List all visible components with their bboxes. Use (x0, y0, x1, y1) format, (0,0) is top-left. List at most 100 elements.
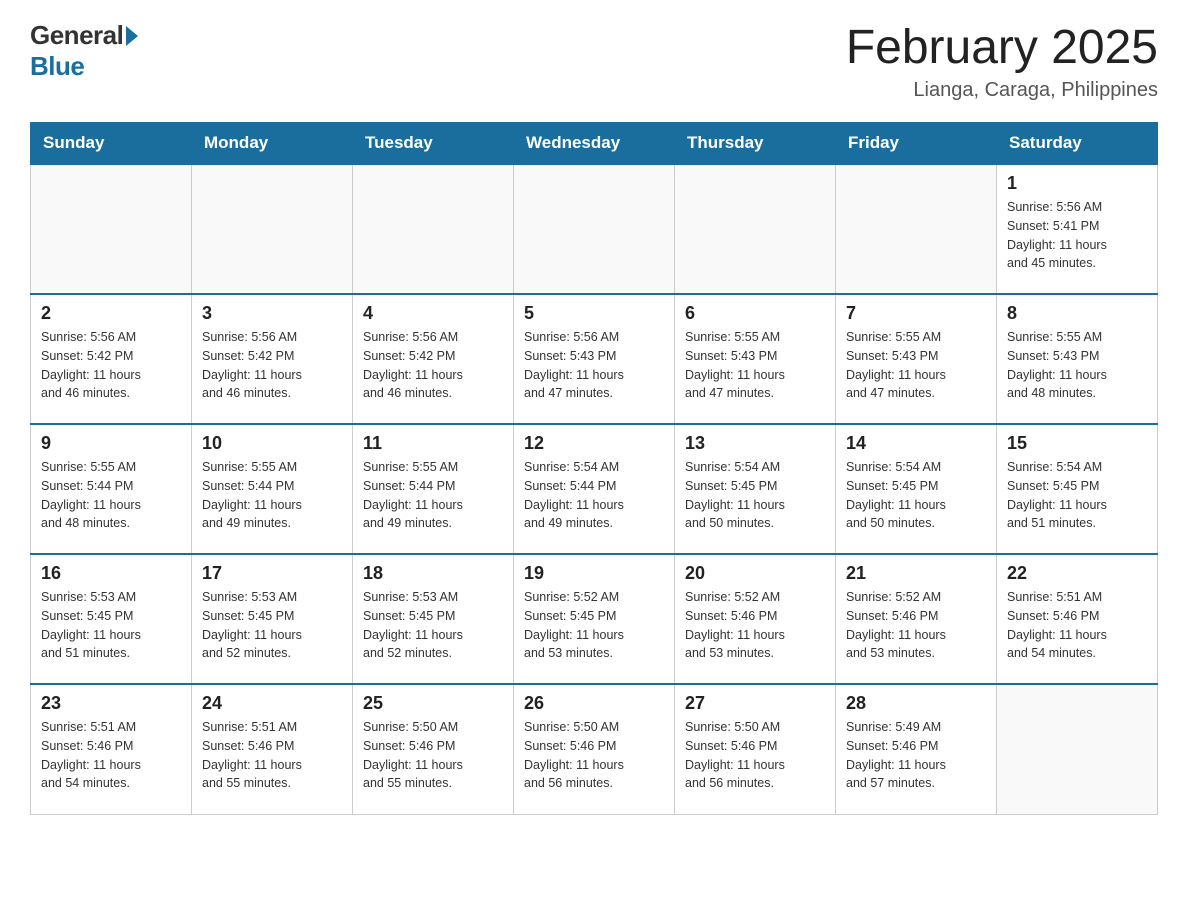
day-number: 15 (1007, 433, 1147, 454)
day-info: Sunrise: 5:51 AMSunset: 5:46 PMDaylight:… (202, 718, 342, 793)
logo-general-text: General (30, 20, 123, 51)
calendar-cell: 9Sunrise: 5:55 AMSunset: 5:44 PMDaylight… (31, 424, 192, 554)
calendar-cell (675, 164, 836, 294)
calendar-week-2: 2 Sunrise: 5:56 AMSunset: 5:42 PMDaylight… (31, 294, 1158, 424)
calendar-cell: 28 Sunrise: 5:49 AMSunset: 5:46 PMDayligh… (836, 684, 997, 814)
calendar-cell: 15 Sunrise: 5:54 AMSunset: 5:45 PMDayligh… (997, 424, 1158, 554)
day-number: 24 (202, 693, 342, 714)
calendar-cell: 27 Sunrise: 5:50 AMSunset: 5:46 PMDayligh… (675, 684, 836, 814)
calendar-cell: 11 Sunrise: 5:55 AMSunset: 5:44 PMDayligh… (353, 424, 514, 554)
day-info: Sunrise: 5:52 AMSunset: 5:46 PMDaylight:… (685, 588, 825, 663)
day-number: 25 (363, 693, 503, 714)
day-number: 8 (1007, 303, 1147, 324)
calendar-cell (31, 164, 192, 294)
day-info: Sunrise: 5:54 AMSunset: 5:44 PMDaylight:… (524, 458, 664, 533)
day-info: Sunrise: 5:52 AMSunset: 5:46 PMDaylight:… (846, 588, 986, 663)
day-number: 18 (363, 563, 503, 584)
day-info: Sunrise: 5:54 AMSunset: 5:45 PMDaylight:… (1007, 458, 1147, 533)
day-info: Sunrise: 5:54 AMSunset: 5:45 PMDaylight:… (685, 458, 825, 533)
calendar-week-5: 23 Sunrise: 5:51 AMSunset: 5:46 PMDayligh… (31, 684, 1158, 814)
day-number: 23 (41, 693, 181, 714)
calendar-cell (353, 164, 514, 294)
day-number: 10 (202, 433, 342, 454)
day-info: Sunrise: 5:55 AMSunset: 5:43 PMDaylight:… (846, 328, 986, 403)
page-header: General Blue February 2025 Lianga, Carag… (30, 20, 1158, 102)
calendar-cell: 13 Sunrise: 5:54 AMSunset: 5:45 PMDayligh… (675, 424, 836, 554)
calendar-cell: 25 Sunrise: 5:50 AMSunset: 5:46 PMDayligh… (353, 684, 514, 814)
day-info: Sunrise: 5:52 AMSunset: 5:45 PMDaylight:… (524, 588, 664, 663)
day-info: Sunrise: 5:56 AMSunset: 5:42 PMDaylight:… (363, 328, 503, 403)
calendar-cell: 12 Sunrise: 5:54 AMSunset: 5:44 PMDayligh… (514, 424, 675, 554)
day-info: Sunrise: 5:50 AMSunset: 5:46 PMDaylight:… (524, 718, 664, 793)
day-info: Sunrise: 5:50 AMSunset: 5:46 PMDaylight:… (363, 718, 503, 793)
day-info: Sunrise: 5:56 AMSunset: 5:41 PMDaylight:… (1007, 198, 1147, 273)
calendar-cell: 18 Sunrise: 5:53 AMSunset: 5:45 PMDayligh… (353, 554, 514, 684)
calendar-weekday-thursday: Thursday (675, 123, 836, 165)
day-info: Sunrise: 5:50 AMSunset: 5:46 PMDaylight:… (685, 718, 825, 793)
calendar-weekday-tuesday: Tuesday (353, 123, 514, 165)
day-number: 27 (685, 693, 825, 714)
calendar-cell: 24 Sunrise: 5:51 AMSunset: 5:46 PMDayligh… (192, 684, 353, 814)
day-number: 19 (524, 563, 664, 584)
day-number: 2 (41, 303, 181, 324)
logo-arrow-icon (126, 26, 138, 46)
day-number: 9 (41, 433, 181, 454)
day-number: 22 (1007, 563, 1147, 584)
day-info: Sunrise: 5:55 AMSunset: 5:43 PMDaylight:… (1007, 328, 1147, 403)
day-number: 4 (363, 303, 503, 324)
day-number: 21 (846, 563, 986, 584)
day-info: Sunrise: 5:55 AMSunset: 5:44 PMDaylight:… (363, 458, 503, 533)
day-number: 28 (846, 693, 986, 714)
calendar-cell: 6Sunrise: 5:55 AMSunset: 5:43 PMDaylight… (675, 294, 836, 424)
calendar-cell (514, 164, 675, 294)
calendar-cell: 21 Sunrise: 5:52 AMSunset: 5:46 PMDayligh… (836, 554, 997, 684)
calendar-cell (997, 684, 1158, 814)
day-info: Sunrise: 5:53 AMSunset: 5:45 PMDaylight:… (363, 588, 503, 663)
title-block: February 2025 Lianga, Caraga, Philippine… (846, 20, 1158, 102)
day-info: Sunrise: 5:53 AMSunset: 5:45 PMDaylight:… (41, 588, 181, 663)
day-number: 5 (524, 303, 664, 324)
calendar-cell: 14Sunrise: 5:54 AMSunset: 5:45 PMDayligh… (836, 424, 997, 554)
calendar-weekday-sunday: Sunday (31, 123, 192, 165)
calendar-cell: 5 Sunrise: 5:56 AMSunset: 5:43 PMDaylight… (514, 294, 675, 424)
day-number: 3 (202, 303, 342, 324)
day-info: Sunrise: 5:56 AMSunset: 5:42 PMDaylight:… (202, 328, 342, 403)
calendar-cell: 26Sunrise: 5:50 AMSunset: 5:46 PMDayligh… (514, 684, 675, 814)
day-number: 14 (846, 433, 986, 454)
calendar-cell: 19 Sunrise: 5:52 AMSunset: 5:45 PMDayligh… (514, 554, 675, 684)
calendar-cell: 20 Sunrise: 5:52 AMSunset: 5:46 PMDayligh… (675, 554, 836, 684)
day-number: 1 (1007, 173, 1147, 194)
day-number: 11 (363, 433, 503, 454)
logo-blue-text: Blue (30, 51, 84, 81)
calendar-cell: 3 Sunrise: 5:56 AMSunset: 5:42 PMDaylight… (192, 294, 353, 424)
location-subtitle: Lianga, Caraga, Philippines (846, 79, 1158, 102)
logo: General Blue (30, 20, 138, 82)
day-info: Sunrise: 5:49 AMSunset: 5:46 PMDaylight:… (846, 718, 986, 793)
calendar-table: SundayMondayTuesdayWednesdayThursdayFrid… (30, 122, 1158, 815)
month-year-title: February 2025 (846, 20, 1158, 75)
day-info: Sunrise: 5:56 AMSunset: 5:43 PMDaylight:… (524, 328, 664, 403)
calendar-week-3: 9 Sunrise: 5:55 AMSunset: 5:44 PMDaylight… (31, 424, 1158, 554)
day-info: Sunrise: 5:55 AMSunset: 5:43 PMDaylight:… (685, 328, 825, 403)
day-number: 16 (41, 563, 181, 584)
day-info: Sunrise: 5:51 AMSunset: 5:46 PMDaylight:… (41, 718, 181, 793)
calendar-cell (192, 164, 353, 294)
day-number: 7 (846, 303, 986, 324)
day-number: 13 (685, 433, 825, 454)
calendar-cell: 8 Sunrise: 5:55 AMSunset: 5:43 PMDaylight… (997, 294, 1158, 424)
day-number: 20 (685, 563, 825, 584)
day-info: Sunrise: 5:55 AMSunset: 5:44 PMDaylight:… (202, 458, 342, 533)
calendar-cell: 7 Sunrise: 5:55 AMSunset: 5:43 PMDaylight… (836, 294, 997, 424)
calendar-cell (836, 164, 997, 294)
day-number: 17 (202, 563, 342, 584)
calendar-cell: 17Sunrise: 5:53 AMSunset: 5:45 PMDayligh… (192, 554, 353, 684)
day-info: Sunrise: 5:51 AMSunset: 5:46 PMDaylight:… (1007, 588, 1147, 663)
calendar-cell: 16 Sunrise: 5:53 AMSunset: 5:45 PMDayligh… (31, 554, 192, 684)
calendar-weekday-friday: Friday (836, 123, 997, 165)
calendar-header-row: SundayMondayTuesdayWednesdayThursdayFrid… (31, 123, 1158, 165)
day-number: 12 (524, 433, 664, 454)
calendar-cell: 4 Sunrise: 5:56 AMSunset: 5:42 PMDaylight… (353, 294, 514, 424)
calendar-cell: 23 Sunrise: 5:51 AMSunset: 5:46 PMDayligh… (31, 684, 192, 814)
calendar-week-1: 1 Sunrise: 5:56 AMSunset: 5:41 PMDaylight… (31, 164, 1158, 294)
calendar-cell: 2Sunrise: 5:56 AMSunset: 5:42 PMDaylight… (31, 294, 192, 424)
